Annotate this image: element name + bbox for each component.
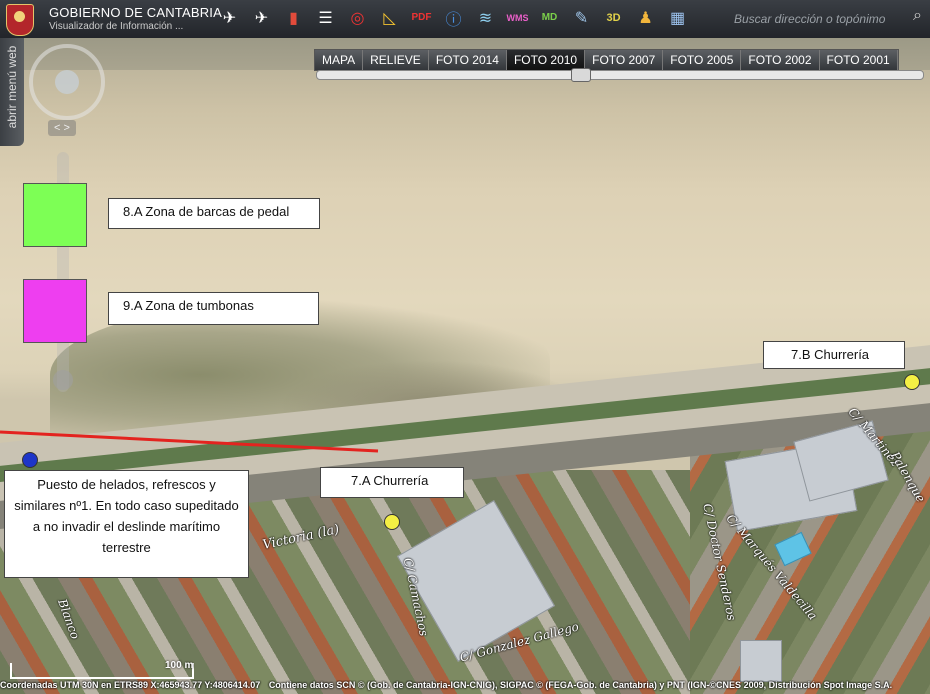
zone-8a-label: 8.A Zona de barcas de pedal bbox=[108, 198, 320, 229]
globe-icon[interactable] bbox=[55, 70, 79, 94]
churreria-7b-label: 7.B Churrería bbox=[763, 341, 905, 369]
footer-credits: Contiene datos SCN © (Gob. de Cantabria-… bbox=[268, 680, 893, 690]
rotate-arrows-icon[interactable]: < > bbox=[48, 120, 76, 136]
scale-label: 100 m bbox=[165, 660, 194, 671]
layer-tabs: MAPA RELIEVE FOTO 2014 FOTO 2010 FOTO 20… bbox=[314, 49, 899, 71]
churreria-7b-marker bbox=[904, 374, 920, 390]
churreria-7a-label: 7.A Churrería bbox=[320, 467, 464, 498]
zone-9a-swatch bbox=[23, 279, 87, 343]
tab-foto-2010[interactable]: FOTO 2010 bbox=[506, 50, 586, 70]
tab-foto-2002[interactable]: FOTO 2002 bbox=[741, 50, 820, 70]
footer-coordinates: Coordenadas UTM 30N en ETRS89 X:465943.7… bbox=[0, 680, 261, 690]
zone-9a-label: 9.A Zona de tumbonas bbox=[108, 292, 319, 325]
helados-label: Puesto de helados, refrescos y similares… bbox=[4, 470, 249, 578]
tab-foto-2007[interactable]: FOTO 2007 bbox=[585, 50, 664, 70]
side-menu-toggle[interactable]: abrir menú web bbox=[0, 38, 24, 146]
tab-foto-2014[interactable]: FOTO 2014 bbox=[428, 50, 507, 70]
tab-mapa[interactable]: MAPA bbox=[315, 50, 364, 70]
pan-control[interactable] bbox=[29, 44, 105, 120]
tab-foto-2005[interactable]: FOTO 2005 bbox=[663, 50, 742, 70]
tab-relieve[interactable]: RELIEVE bbox=[363, 50, 429, 70]
helados-marker bbox=[22, 452, 38, 468]
footer: Coordenadas UTM 30N en ETRS89 X:465943.7… bbox=[0, 680, 930, 694]
zone-8a-swatch bbox=[23, 183, 87, 247]
churreria-7a-marker bbox=[384, 514, 400, 530]
tab-foto-2001[interactable]: FOTO 2001 bbox=[819, 50, 898, 70]
side-menu-label: abrir menú web bbox=[5, 45, 19, 129]
slider-knob[interactable] bbox=[571, 68, 591, 82]
layer-slider[interactable] bbox=[316, 68, 924, 82]
